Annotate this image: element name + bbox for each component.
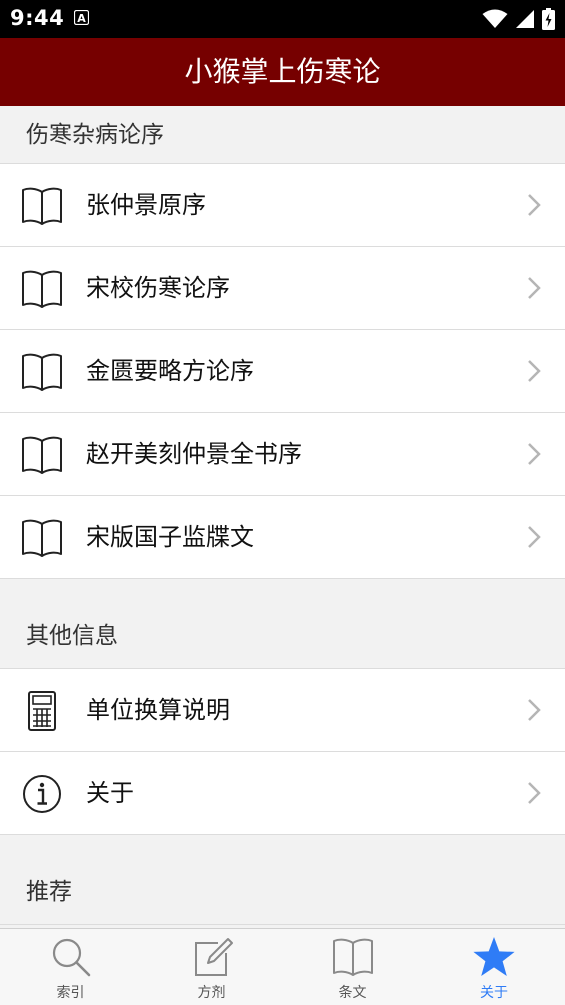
tab-label: 方剂: [197, 985, 226, 1001]
status-icons: [482, 7, 555, 31]
list-item-about[interactable]: 关于: [0, 752, 565, 835]
status-time: 9:44: [10, 6, 65, 30]
calculator-icon: [28, 691, 56, 731]
status-bar: 9:44 A: [0, 0, 565, 38]
battery-icon: [542, 8, 555, 30]
chevron-right-icon: [528, 360, 541, 382]
book-icon: [22, 187, 62, 225]
notification-a-icon: A: [74, 10, 89, 25]
chevron-right-icon: [528, 194, 541, 216]
tab-label: 关于: [480, 985, 508, 1001]
tab-index[interactable]: 索引: [0, 929, 141, 1005]
book-icon: [22, 353, 62, 391]
list-item-label: 赵开美刻仲景全书序: [86, 440, 302, 468]
list-item-label: 金匮要略方论序: [86, 357, 254, 385]
star-icon: [473, 937, 515, 976]
notification-letter: A: [77, 12, 86, 25]
list-item-label: 关于: [86, 779, 134, 807]
list-item-label: 张仲景原序: [86, 191, 206, 219]
list-item-unit-conversion[interactable]: 单位换算说明: [0, 669, 565, 752]
tab-label: 条文: [338, 985, 367, 1001]
tab-formulas[interactable]: 方剂: [141, 929, 282, 1005]
book-icon: [22, 436, 62, 474]
chevron-right-icon: [528, 782, 541, 804]
list-item-label: 宋版国子监牒文: [86, 523, 254, 551]
cell-signal-icon: [516, 10, 534, 28]
compose-icon: [194, 938, 233, 976]
chevron-right-icon: [528, 443, 541, 465]
tab-label: 索引: [56, 985, 85, 1001]
tab-articles[interactable]: 条文: [282, 929, 423, 1005]
info-icon: [23, 775, 61, 813]
book-icon: [22, 519, 62, 557]
list-item-song-edition-document[interactable]: 宋版国子监牒文: [0, 496, 565, 579]
list-item-zhang-zhongjing-preface[interactable]: 张仲景原序: [0, 164, 565, 247]
wifi-icon: [482, 9, 508, 28]
book-icon: [22, 270, 62, 308]
list-item-song-collation-preface[interactable]: 宋校伤寒论序: [0, 247, 565, 330]
section-header-recommended: 推荐: [0, 835, 565, 925]
chevron-right-icon: [528, 277, 541, 299]
page-title: 小猴掌上伤寒论: [184, 55, 381, 88]
section-header-preface: 伤寒杂病论序: [0, 106, 565, 164]
list-item-jingui-preface[interactable]: 金匮要略方论序: [0, 330, 565, 413]
list-item-label: 宋校伤寒论序: [86, 274, 230, 302]
app-title-bar: 小猴掌上伤寒论: [0, 38, 565, 106]
tab-about[interactable]: 关于: [423, 929, 565, 1005]
bottom-tab-bar: 索引 方剂 条文 关于: [0, 928, 565, 1005]
list-item-zhao-kaimei-preface[interactable]: 赵开美刻仲景全书序: [0, 413, 565, 496]
list-item-label: 单位换算说明: [86, 696, 230, 724]
content-list[interactable]: 伤寒杂病论序 张仲景原序 宋校伤寒论序 金匮要略方论序 赵开美刻仲景全书序 宋版…: [0, 106, 565, 928]
section-header-other-info: 其他信息: [0, 579, 565, 669]
search-icon: [52, 938, 90, 977]
book-icon: [332, 938, 373, 976]
chevron-right-icon: [528, 699, 541, 721]
chevron-right-icon: [528, 526, 541, 548]
